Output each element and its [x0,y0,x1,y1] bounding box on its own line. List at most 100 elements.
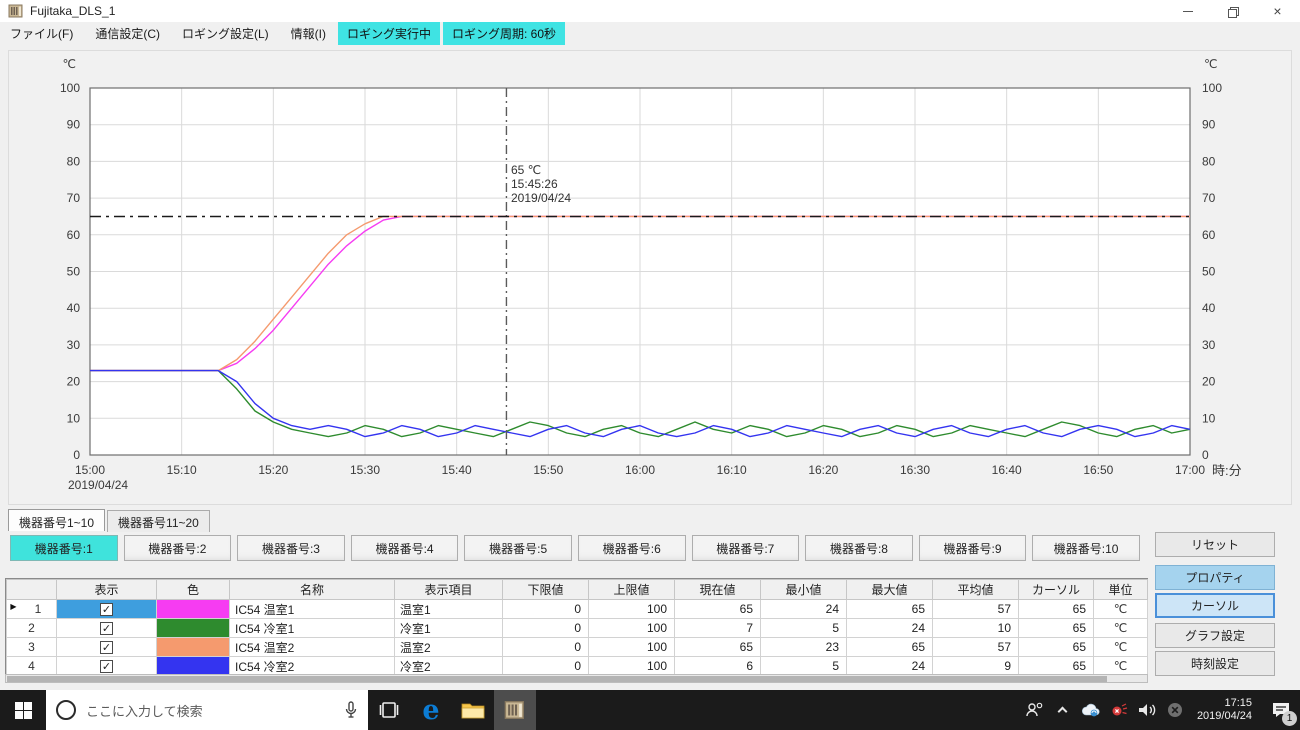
table-horizontal-scrollbar[interactable] [5,674,1148,683]
color-cell [156,618,230,638]
row-header[interactable]: 2 [6,618,57,638]
checkbox-icon[interactable]: ✓ [100,622,113,636]
row-header[interactable]: ▶ 1 [6,599,57,619]
row-header[interactable]: 4 [6,656,57,676]
menu-item-1[interactable]: 通信設定(C) [85,22,170,45]
device-button-2[interactable]: 機器番号:2 [123,535,232,561]
people-button[interactable] [1023,690,1047,730]
clock-time: 17:15 [1224,697,1252,709]
column-header-10[interactable]: カーソル [1018,579,1094,600]
column-header-1[interactable]: 色 [156,579,230,600]
column-header-2[interactable]: 名称 [229,579,395,600]
checkbox-icon[interactable]: ✓ [100,603,113,617]
table-row[interactable]: 3 ✓ IC54 温室2 温室2 0 100 65 23 65 57 65 ℃ [6,637,1148,657]
menu-item-0[interactable]: ファイル(F) [0,22,83,45]
column-header-11[interactable]: 単位 [1093,579,1148,600]
table-row[interactable]: 4 ✓ IC54 冷室2 冷室2 0 100 6 5 24 9 65 ℃ [6,656,1148,676]
column-header-7[interactable]: 最小値 [760,579,847,600]
min-value-cell: 5 [760,618,847,638]
side-button-0[interactable]: リセット [1155,532,1275,557]
column-header-0[interactable]: 表示 [56,579,157,600]
edge-browser-button[interactable]: e [410,690,452,730]
scrollbar-thumb[interactable] [7,676,1107,682]
device-button-6[interactable]: 機器番号:6 [577,535,686,561]
device-button-1[interactable]: 機器番号:1 [10,535,118,561]
table-corner-cell [6,579,57,600]
y-axis-tick-left: 20 [67,375,81,389]
row-header[interactable]: 3 [6,637,57,657]
column-header-5[interactable]: 上限値 [588,579,675,600]
unit-cell: ℃ [1093,637,1148,657]
device-button-10[interactable]: 機器番号:10 [1032,535,1140,561]
network-error-button[interactable] [1107,690,1131,730]
visible-checkbox-cell[interactable]: ✓ [56,599,157,619]
logging-status-1: ロギング周期: 60秒 [443,21,566,45]
device-button-4[interactable]: 機器番号:4 [350,535,459,561]
column-header-9[interactable]: 平均値 [932,579,1019,600]
windows-logo-icon [14,701,32,719]
device-button-8[interactable]: 機器番号:8 [805,535,913,561]
column-header-3[interactable]: 表示項目 [394,579,503,600]
visible-checkbox-cell[interactable]: ✓ [56,618,157,638]
lower-limit-cell: 0 [502,656,589,676]
cursor-value-cell: 65 [1018,656,1094,676]
system-tray: 17:15 2019/04/24 1 [1021,690,1300,730]
x-axis-tick: 16:40 [992,463,1022,477]
y-axis-tick-right: 10 [1202,411,1216,425]
visible-checkbox-cell[interactable]: ✓ [56,656,157,676]
taskbar-clock[interactable]: 17:15 2019/04/24 [1197,697,1252,723]
device-button-3[interactable]: 機器番号:3 [237,535,345,561]
side-button-1[interactable]: プロパティ [1155,565,1275,590]
y-axis-tick-left: 0 [73,448,80,462]
side-button-2[interactable]: カーソル [1155,593,1275,618]
side-button-3[interactable]: グラフ設定 [1155,623,1275,648]
series-color-swatch [157,638,229,656]
lower-limit-cell: 0 [502,599,589,619]
column-header-6[interactable]: 現在値 [674,579,761,600]
y-axis-tick-right: 80 [1202,154,1216,168]
tab-device-group-1[interactable]: 機器番号11~20 [107,510,210,532]
device-button-5[interactable]: 機器番号:5 [464,535,572,561]
volume-button[interactable] [1135,690,1159,730]
y-axis-tick-right: 20 [1202,375,1216,389]
device-button-7[interactable]: 機器番号:7 [691,535,800,561]
cursor-date-label: 2019/04/24 [511,191,572,205]
close-button[interactable]: × [1255,0,1300,22]
action-center-button[interactable]: 1 [1262,690,1300,730]
checkbox-icon[interactable]: ✓ [100,660,113,674]
menu-item-3[interactable]: 情報(I) [281,22,336,45]
logging-status-0: ロギング実行中 [338,21,441,45]
checkbox-icon[interactable]: ✓ [100,641,113,655]
table-row[interactable]: ▶ 1 ✓ IC54 温室1 温室1 0 100 65 24 65 57 65 ℃ [6,599,1148,619]
avg-value-cell: 57 [932,637,1019,657]
restore-button[interactable] [1210,0,1255,22]
x-axis-tick: 17:00 [1175,463,1205,477]
tab-device-group-0[interactable]: 機器番号1~10 [8,509,106,531]
column-header-8[interactable]: 最大値 [846,579,933,600]
onedrive-button[interactable] [1079,690,1103,730]
menu-bar: ファイル(F) 通信設定(C) ロギング設定(L) 情報(I) ロギング実行中 ロギング周… [0,21,1300,45]
file-explorer-icon [461,703,485,719]
current-value-cell: 6 [674,656,761,676]
menu-item-2[interactable]: ロギング設定(L) [172,22,279,45]
tray-overflow-button[interactable] [1051,690,1075,730]
y-axis-tick-left: 30 [67,338,81,352]
taskbar-search-input[interactable]: ここに入力して検索 [46,690,368,730]
x-axis-tick: 16:50 [1083,463,1113,477]
fujitaka-app-button[interactable] [494,690,536,730]
x-axis-tick: 15:20 [258,463,288,477]
start-button[interactable] [0,690,46,730]
visible-checkbox-cell[interactable]: ✓ [56,637,157,657]
minimize-button[interactable] [1165,0,1210,22]
column-header-4[interactable]: 下限値 [502,579,589,600]
task-view-button[interactable] [368,690,410,730]
microphone-icon[interactable] [344,700,358,720]
display-item-cell: 冷室1 [394,618,503,638]
x-axis-tick: 15:40 [442,463,472,477]
x-axis-date-label: 2019/04/24 [68,478,128,492]
dismiss-button[interactable] [1163,690,1187,730]
file-explorer-button[interactable] [452,690,494,730]
table-row[interactable]: 2 ✓ IC54 冷室1 冷室1 0 100 7 5 24 10 65 ℃ [6,618,1148,638]
side-button-4[interactable]: 時刻設定 [1155,651,1275,676]
device-button-9[interactable]: 機器番号:9 [918,535,1027,561]
